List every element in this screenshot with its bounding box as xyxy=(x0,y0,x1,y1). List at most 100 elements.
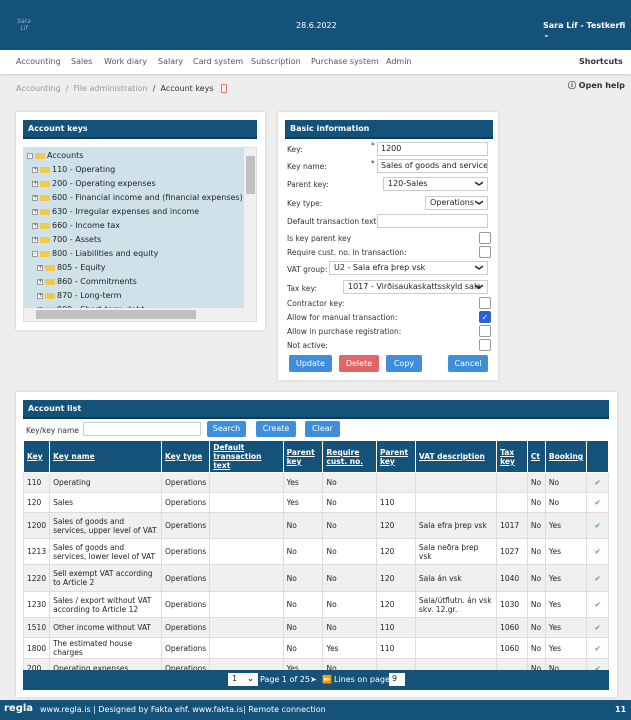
tree-node[interactable]: +860 - Commitments xyxy=(37,277,137,286)
vertical-scrollbar[interactable] xyxy=(244,148,256,308)
tree-node-root[interactable]: - Accounts xyxy=(27,151,83,160)
horizontal-scrollbar[interactable] xyxy=(24,308,256,321)
main-nav: Accounting Sales Work diary Salary Card … xyxy=(0,50,631,74)
expand-icon[interactable]: + xyxy=(32,222,38,229)
default-text-input[interactable] xyxy=(377,214,488,228)
page-select[interactable]: 1 ⌄ xyxy=(228,673,258,686)
cancel-button[interactable]: Cancel xyxy=(448,355,488,372)
lines-input[interactable]: 9 xyxy=(389,673,405,686)
expand-icon[interactable]: + xyxy=(32,208,38,215)
default-text-label: Default transaction text xyxy=(287,217,377,226)
next-page-icon[interactable]: ➤ xyxy=(310,675,317,684)
search-input[interactable] xyxy=(83,422,201,436)
tree-node[interactable]: +600 - Financial income and (financial e… xyxy=(32,193,243,202)
table-row[interactable]: 120 Sales Operations Yes No 110 No No ✔ xyxy=(22,492,609,513)
expand-icon[interactable]: + xyxy=(32,166,38,173)
nav-salary[interactable]: Salary xyxy=(158,57,183,66)
table-row[interactable]: 110 Operating Operations Yes No No No ✔ xyxy=(22,472,609,493)
copy-button[interactable]: Copy xyxy=(386,355,422,372)
footer-brand: regla xyxy=(4,703,34,714)
tree-node[interactable]: +700 - Assets xyxy=(32,235,101,244)
key-name-label: Key name: xyxy=(287,162,327,171)
shortcuts-link[interactable]: Shortcuts xyxy=(579,57,623,66)
collapse-icon[interactable]: - xyxy=(27,152,33,159)
table-cell: Operations xyxy=(160,472,211,493)
table-row[interactable]: 1230 Sales / export without VAT according… xyxy=(22,591,609,618)
expand-icon[interactable]: + xyxy=(37,278,43,285)
column-header[interactable]: Key name xyxy=(49,440,162,473)
table-cell: No xyxy=(544,472,588,493)
table-cell: No xyxy=(544,492,588,513)
nav-subscription[interactable]: Subscription xyxy=(251,57,301,66)
table-cell: No xyxy=(526,617,546,638)
create-button[interactable]: Create xyxy=(256,421,296,437)
tax-key-select[interactable]: 1017 - Virðisaukaskattsskyld sala xyxy=(343,280,488,294)
tree-node[interactable]: +630 - Irregular expenses and income xyxy=(32,207,199,216)
clear-button[interactable]: Clear xyxy=(305,421,340,437)
is-parent-checkbox[interactable] xyxy=(479,232,491,244)
delete-button[interactable]: Delete xyxy=(339,355,379,372)
purchase-checkbox[interactable] xyxy=(479,325,491,337)
expand-icon[interactable]: + xyxy=(37,264,43,271)
nav-accounting[interactable]: Accounting xyxy=(16,57,61,66)
search-button[interactable]: Search xyxy=(207,421,246,437)
vat-group-select[interactable]: U2 - Sala efra þrep vsk xyxy=(329,261,488,275)
collapse-icon[interactable]: - xyxy=(32,250,38,257)
expand-icon[interactable]: + xyxy=(32,180,38,187)
column-header[interactable]: Parent key xyxy=(282,440,324,473)
update-button[interactable]: Update xyxy=(289,355,332,372)
fakta-link[interactable]: www.fakta.is xyxy=(192,705,243,714)
bookmark-icon[interactable] xyxy=(221,84,228,93)
column-header[interactable]: Booking xyxy=(544,440,588,473)
is-parent-label: Is key parent key xyxy=(287,234,352,243)
column-header[interactable]: Parent key xyxy=(376,440,416,473)
inactive-checkbox[interactable] xyxy=(479,339,491,351)
column-header[interactable]: Key type xyxy=(160,440,211,473)
tree-node[interactable]: +870 - Long-term xyxy=(37,291,122,300)
key-type-select[interactable]: Operations xyxy=(425,196,488,210)
require-cust-checkbox[interactable] xyxy=(479,246,491,258)
user-menu[interactable]: Sara Líf - Testkerfi ⌄ xyxy=(543,21,631,39)
column-header[interactable]: Ct xyxy=(526,440,546,473)
tree-node[interactable]: +660 - Income tax xyxy=(32,221,120,230)
expand-icon[interactable]: + xyxy=(32,194,38,201)
tree-node[interactable]: +805 - Equity xyxy=(37,263,106,272)
column-header[interactable]: Default transaction text xyxy=(209,440,284,473)
contractor-checkbox[interactable] xyxy=(479,297,491,309)
table-row[interactable]: 1800 The estimated house charges Operation… xyxy=(22,637,609,659)
table-cell: 1060 xyxy=(496,617,528,638)
column-header[interactable]: VAT description xyxy=(414,440,498,473)
tree-node[interactable]: +110 - Operating xyxy=(32,165,115,174)
breadcrumb-accounting[interactable]: Accounting xyxy=(16,84,61,93)
vat-group-label: VAT group: xyxy=(287,265,328,274)
user-name: Sara Líf - Testkerfi xyxy=(543,21,626,30)
table-row[interactable]: 1213 Sales of goods and services, lower l… xyxy=(22,538,609,565)
footer-count: 11 xyxy=(615,705,627,714)
expand-icon[interactable]: + xyxy=(37,292,43,299)
open-help-link[interactable]: ⓘ Open help xyxy=(568,80,625,91)
nav-work-diary[interactable]: Work diary xyxy=(104,57,147,66)
manual-checkbox[interactable]: ✓ xyxy=(479,311,491,323)
parent-key-select[interactable]: 120-Sales xyxy=(383,177,488,191)
tree-node[interactable]: +200 - Operating expenses xyxy=(32,179,156,188)
nav-sales[interactable]: Sales xyxy=(71,57,92,66)
expand-icon[interactable]: + xyxy=(32,236,38,243)
nav-purchase-system[interactable]: Purchase system xyxy=(311,57,379,66)
regla-link[interactable]: www.regla.is xyxy=(40,705,91,714)
key-name-input[interactable]: Sales of goods and services. xyxy=(377,159,488,173)
key-input[interactable]: 1200 xyxy=(377,142,488,156)
tree-node[interactable]: - 800 - Liabilities and equity xyxy=(32,249,158,258)
breadcrumb-file-admin[interactable]: File administration xyxy=(74,84,148,93)
nav-admin[interactable]: Admin xyxy=(386,57,412,66)
remote-connection-link[interactable]: Remote connection xyxy=(248,705,326,714)
table-row[interactable]: 1220 Sell exempt VAT according to Article… xyxy=(22,564,609,592)
column-header[interactable]: Key xyxy=(22,440,51,473)
column-header[interactable]: Require cust. no. xyxy=(322,440,378,473)
nav-card-system[interactable]: Card system xyxy=(193,57,243,66)
last-page-icon[interactable]: ⏩ xyxy=(322,675,332,684)
logo[interactable]: Sara Líf xyxy=(17,18,31,32)
column-header[interactable]: Tax key xyxy=(496,440,528,473)
table-row[interactable]: 1200 Sales of goods and services, upper l… xyxy=(22,512,609,539)
table-row[interactable]: 1510 Other income without VAT Operations No… xyxy=(22,617,609,638)
table-cell: No xyxy=(526,492,546,513)
